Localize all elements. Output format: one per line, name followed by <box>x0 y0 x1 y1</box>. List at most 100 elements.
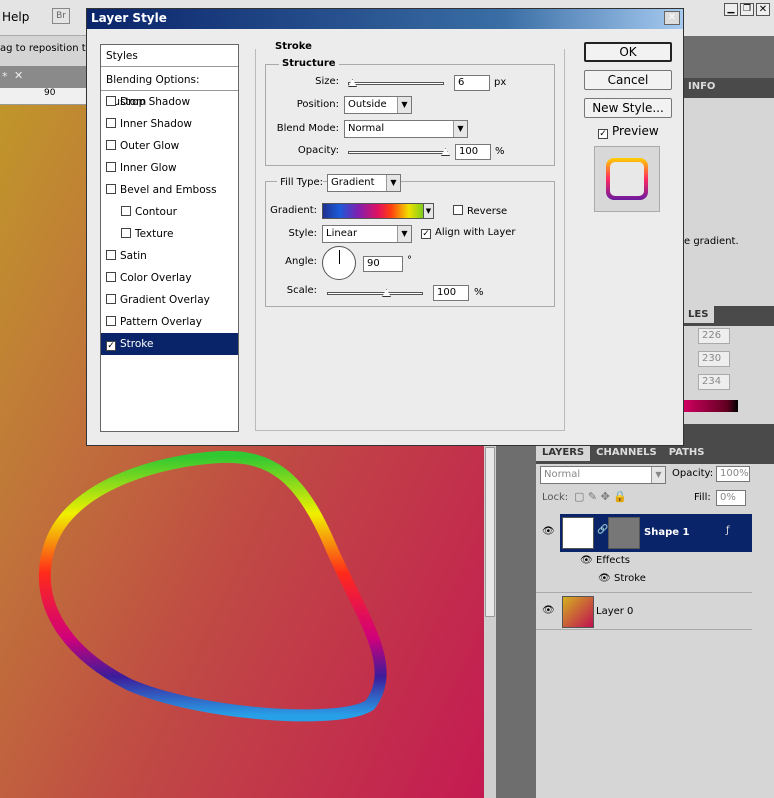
style-item-inner-glow[interactable]: Inner Glow <box>101 157 238 179</box>
canvas-scrollbar[interactable] <box>484 445 496 798</box>
fill-input[interactable]: 0% <box>716 490 746 506</box>
eye-icon[interactable]: 👁 <box>542 605 555 616</box>
style-item-color-overlay[interactable]: Color Overlay <box>101 267 238 289</box>
layer-row-layer0[interactable]: 👁 Layer 0 <box>536 592 752 630</box>
checkbox-icon[interactable] <box>106 250 116 260</box>
style-item-texture[interactable]: Texture <box>101 223 238 245</box>
scale-input[interactable]: 100 <box>433 285 469 301</box>
gradient-style-select[interactable]: Linear ▼ <box>322 225 412 243</box>
gradient-picker[interactable]: ▼ <box>322 203 434 219</box>
preview-checkbox[interactable]: ✓ Preview <box>598 124 659 139</box>
fill-type-value: Gradient <box>331 177 375 188</box>
layer-effects-row[interactable]: 👁 Effects <box>536 552 752 570</box>
angle-input[interactable]: 90 <box>363 256 403 272</box>
checkbox-icon[interactable]: ✓ <box>106 341 116 351</box>
layer-opacity-input[interactable]: 100% <box>716 466 750 482</box>
restore-icon[interactable]: ❐ <box>740 3 754 16</box>
align-layer-checkbox[interactable]: ✓ Align with Layer <box>421 227 516 239</box>
style-item-satin[interactable]: Satin <box>101 245 238 267</box>
tab-info[interactable]: INFO <box>682 78 721 95</box>
stroke-blend-select[interactable]: Normal ▼ <box>344 120 468 138</box>
align-check-icon: ✓ <box>421 229 431 239</box>
vector-mask-thumb <box>608 517 640 549</box>
angle-dial[interactable] <box>322 246 356 280</box>
style-item-label: Bevel and Emboss <box>120 184 217 196</box>
close-icon[interactable]: ✕ <box>664 11 680 25</box>
stroke-effect-label: Stroke <box>614 573 646 584</box>
gradient-style-value: Linear <box>326 228 358 239</box>
reverse-check-icon <box>453 205 463 215</box>
checkbox-icon[interactable] <box>106 294 116 304</box>
chevron-down-icon: ▼ <box>397 97 411 113</box>
opacity-slider[interactable] <box>348 151 448 154</box>
style-item-inner-shadow[interactable]: Inner Shadow <box>101 113 238 135</box>
layer-style-dialog: Layer Style ✕ Styles Blending Options: C… <box>86 8 684 446</box>
style-item-contour[interactable]: Contour <box>101 201 238 223</box>
blend-mode-select[interactable]: Normal ▼ <box>540 466 666 484</box>
checkbox-icon[interactable] <box>106 316 116 326</box>
chevron-down-icon: ▼ <box>453 121 467 137</box>
color-value-1[interactable]: 226 <box>698 328 730 344</box>
layer-name-layer0[interactable]: Layer 0 <box>596 606 633 617</box>
size-slider[interactable] <box>348 82 444 85</box>
close-window-icon[interactable]: ✕ <box>756 3 770 16</box>
tab-channels[interactable]: CHANNELS <box>590 444 663 461</box>
style-item-gradient-overlay[interactable]: Gradient Overlay <box>101 289 238 311</box>
eye-icon[interactable]: 👁 <box>580 555 593 566</box>
layer-row-shape[interactable]: 👁 🔗 Shape 1 ƒ <box>536 514 752 552</box>
eye-icon[interactable]: 👁 <box>598 573 611 584</box>
chevron-down-icon[interactable]: ▼ <box>423 203 434 219</box>
checkbox-icon[interactable] <box>106 162 116 172</box>
fill-type-select[interactable]: Gradient ▼ <box>327 174 401 192</box>
lock-icons[interactable]: ▢ ✎ ✥ 🔒 <box>574 490 627 503</box>
bridge-button[interactable]: Br <box>52 8 70 24</box>
checkbox-icon[interactable] <box>121 206 131 216</box>
color-value-2[interactable]: 230 <box>698 351 730 367</box>
angle-label: Angle: <box>285 256 317 267</box>
new-style-button[interactable]: New Style... <box>584 98 672 118</box>
tab-paths[interactable]: PATHS <box>663 444 711 461</box>
tab-layers[interactable]: LAYERS <box>536 444 591 461</box>
chevron-down-icon: ▼ <box>386 175 400 191</box>
checkbox-icon[interactable] <box>106 96 116 106</box>
checkbox-icon[interactable] <box>106 140 116 150</box>
blending-options-item[interactable]: Blending Options: Custom <box>101 69 238 108</box>
position-select[interactable]: Outside ▼ <box>344 96 412 114</box>
style-item-pattern-overlay[interactable]: Pattern Overlay <box>101 311 238 333</box>
options-hint: ag to reposition the <box>0 43 99 54</box>
layer-name-shape[interactable]: Shape 1 <box>644 527 689 538</box>
angle-unit: ° <box>407 255 412 266</box>
tab-close-icon[interactable]: ✕ <box>14 69 23 82</box>
eye-icon[interactable]: 👁 <box>542 526 555 537</box>
color-ramp[interactable] <box>684 400 738 412</box>
style-item-stroke[interactable]: ✓ Stroke <box>101 333 238 355</box>
style-label: Style: <box>288 228 318 239</box>
cancel-button[interactable]: Cancel <box>584 70 672 90</box>
size-unit: px <box>494 77 507 88</box>
checkbox-icon[interactable] <box>106 184 116 194</box>
window-controls: ▁ ❐ ✕ <box>684 0 774 36</box>
style-item-outer-glow[interactable]: Outer Glow <box>101 135 238 157</box>
dialog-titlebar: Layer Style ✕ <box>87 9 683 29</box>
scrollbar-thumb[interactable] <box>485 447 495 617</box>
style-item-bevel-and-emboss[interactable]: Bevel and Emboss <box>101 179 238 201</box>
horizontal-ruler: 90 <box>0 88 86 105</box>
layer-stroke-effect-row[interactable]: 👁 Stroke <box>536 570 752 588</box>
style-item-drop-shadow[interactable]: Drop Shadow <box>101 91 238 113</box>
ok-button[interactable]: OK <box>584 42 672 62</box>
angle-needle <box>339 250 340 264</box>
menu-help[interactable]: Help <box>2 10 29 24</box>
checkbox-icon[interactable] <box>106 272 116 282</box>
checkbox-icon[interactable] <box>121 228 131 238</box>
color-value-3[interactable]: 234 <box>698 374 730 390</box>
checkbox-icon[interactable] <box>106 118 116 128</box>
tab-styles[interactable]: LES <box>682 306 715 323</box>
minimize-icon[interactable]: ▁ <box>724 3 738 16</box>
opacity-input[interactable]: 100 <box>455 144 491 160</box>
styles-header[interactable]: Styles <box>101 45 238 67</box>
size-input[interactable]: 6 <box>454 75 490 91</box>
reverse-checkbox[interactable]: Reverse <box>453 205 507 217</box>
link-icon: 🔗 <box>597 525 609 535</box>
position-value: Outside <box>348 99 387 110</box>
scale-slider[interactable] <box>327 292 423 295</box>
